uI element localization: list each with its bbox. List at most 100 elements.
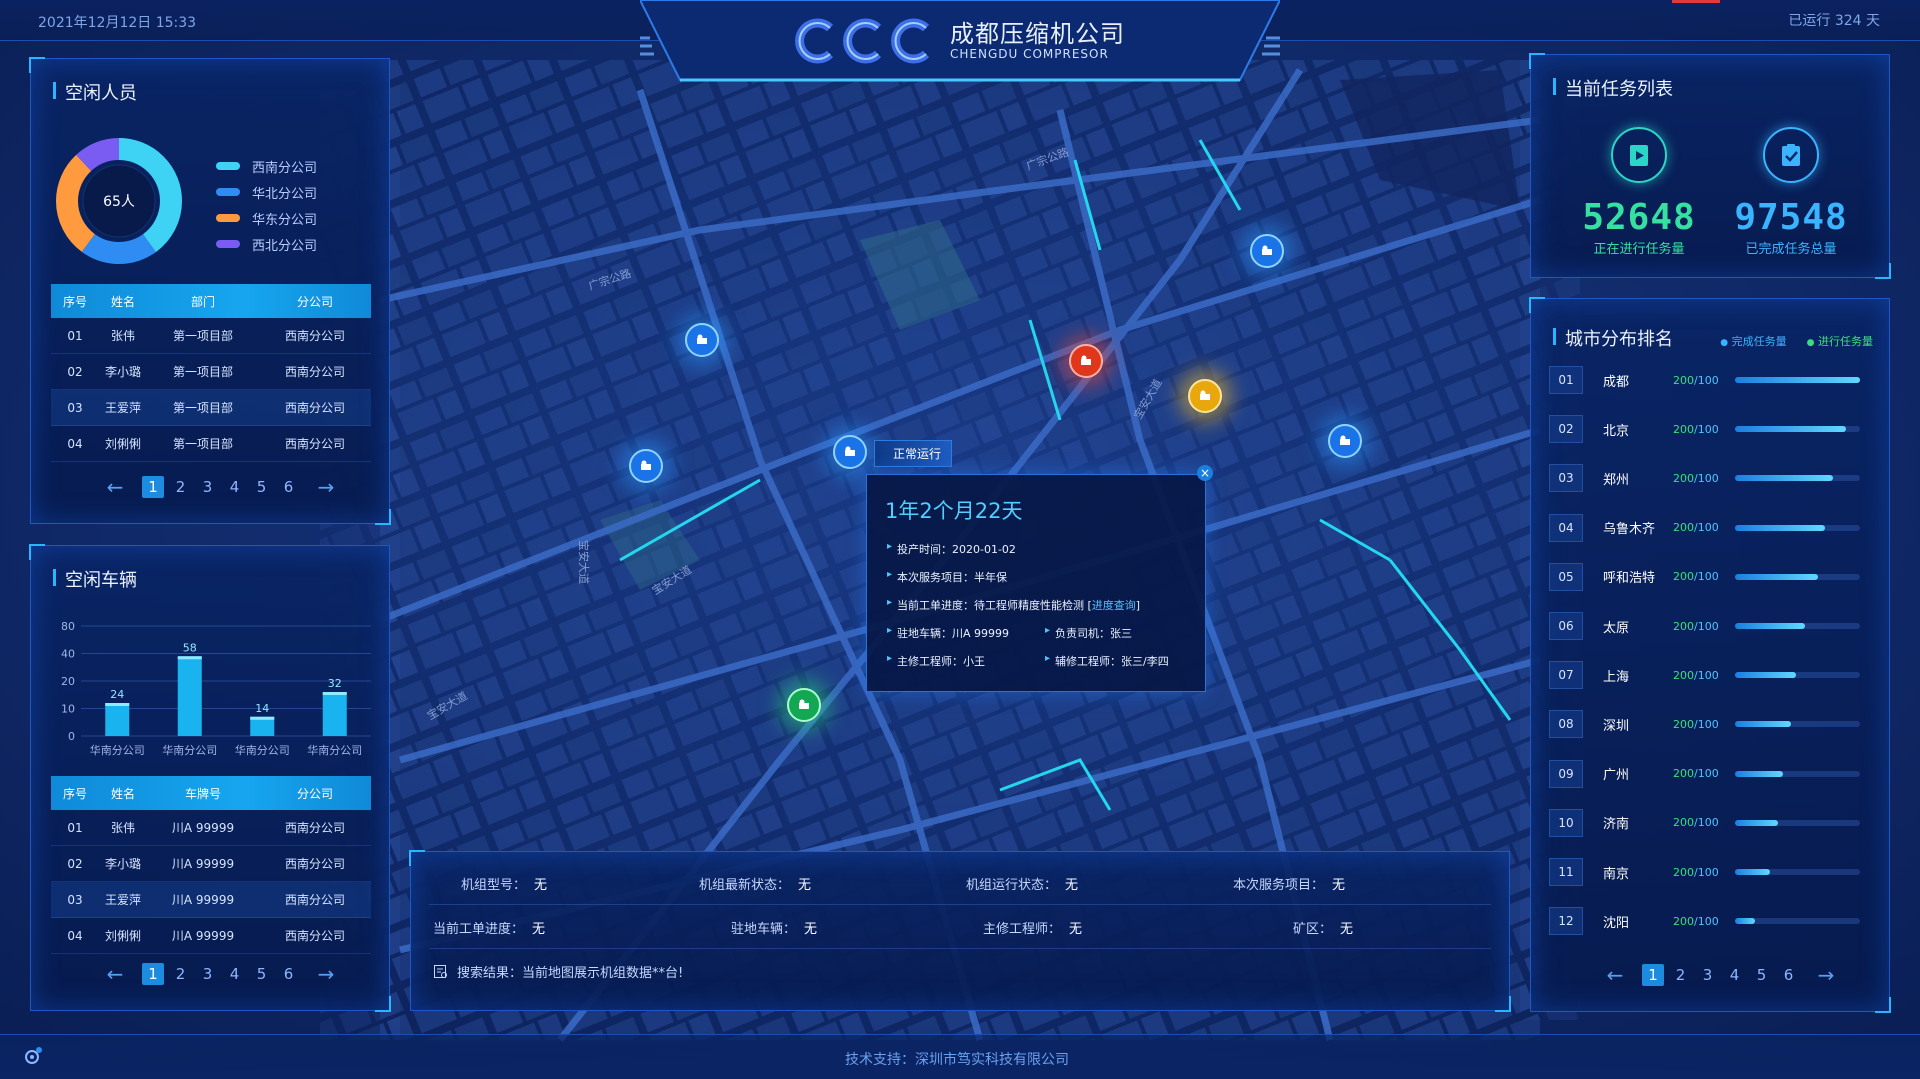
page-button[interactable]: 3 — [1694, 966, 1721, 984]
ranking-row[interactable]: 01 成都 200/100 — [1549, 365, 1860, 395]
rank-values: 200/100 — [1673, 471, 1719, 485]
page-button[interactable]: 1 — [142, 963, 164, 985]
ranking-row[interactable]: 09 广州 200/100 — [1549, 759, 1860, 789]
page-button[interactable]: 1 — [1642, 964, 1664, 986]
bar-value-label: 14 — [255, 702, 269, 715]
page-button[interactable]: 6 — [275, 478, 302, 496]
table-row[interactable]: 01 张伟 川A 99999 西南分公司 — [51, 810, 371, 846]
panel-title: 城市分布排名 — [1553, 325, 1673, 351]
map-road-label: 宝安大道 — [577, 540, 591, 584]
ccc-logo-icon — [795, 18, 930, 64]
commission-date: 投产时间：2020-01-02 — [887, 541, 1016, 557]
ranking-row[interactable]: 02 北京 200/100 — [1549, 414, 1860, 444]
rank-number: 04 — [1549, 513, 1583, 542]
close-icon[interactable]: × — [1197, 465, 1213, 481]
page-button[interactable]: 3 — [194, 478, 221, 496]
map-marker-warning[interactable] — [1185, 376, 1225, 416]
in-progress-label: 正在进行任务量 — [1593, 242, 1685, 257]
unit-run-status: 机组运行状态：无 — [966, 878, 1079, 893]
page-button[interactable]: 1 — [142, 476, 164, 498]
rank-progress-bar — [1735, 819, 1860, 826]
rank-city: 广州 — [1603, 768, 1630, 784]
idle-vehicles-panel: 空闲车辆 80 40 20 10 0 24 华南分公司 58 华南分公司 14 华南分公司 32 华南分… — [29, 544, 391, 1012]
table-row[interactable]: 02 李小璐 第一项目部 西南分公司 — [51, 354, 371, 390]
page-button[interactable]: 4 — [1721, 966, 1748, 984]
ranking-row[interactable]: 03 郑州 200/100 — [1549, 463, 1860, 493]
map-marker[interactable] — [626, 446, 666, 486]
page-button[interactable]: 5 — [248, 965, 275, 983]
table-row[interactable]: 01 张伟 第一项目部 西南分公司 — [51, 318, 371, 354]
ranking-row[interactable]: 05 呼和浩特 200/100 — [1549, 562, 1860, 592]
map-marker-alarm[interactable] — [1066, 341, 1106, 381]
prev-page-icon[interactable]: ← — [91, 962, 139, 986]
ranking-row[interactable]: 04 乌鲁木齐 200/100 — [1549, 513, 1860, 543]
page-button[interactable]: 6 — [1775, 966, 1802, 984]
rank-number: 05 — [1549, 562, 1583, 591]
search-result: 搜索结果：当前地图展示机组数据**台! — [433, 962, 683, 981]
order-progress: 当前工单进度：无 — [433, 922, 546, 937]
page-button[interactable]: 2 — [1667, 966, 1694, 984]
page-button[interactable]: 5 — [248, 478, 275, 496]
prev-page-icon[interactable]: ← — [1591, 963, 1639, 987]
next-page-icon[interactable]: → — [302, 475, 350, 499]
status-tag: 正常运行 — [874, 440, 953, 467]
page-button[interactable]: 2 — [167, 478, 194, 496]
progress-query-link[interactable]: 进度查询 — [1092, 599, 1136, 612]
table-row[interactable]: 03 王爱萍 川A 99999 西南分公司 — [51, 882, 371, 918]
page-button[interactable]: 4 — [221, 478, 248, 496]
x-tick-label: 华南分公司 — [162, 743, 217, 757]
panel-title: 空闲人员 — [53, 79, 137, 105]
table-row[interactable]: 04 刘俐俐 第一项目部 西南分公司 — [51, 426, 371, 462]
rank-values: 200/100 — [1673, 914, 1719, 928]
ranking-row[interactable]: 06 太原 200/100 — [1549, 611, 1860, 641]
legend-item: 西北分公司 — [216, 231, 317, 257]
page-button[interactable]: 6 — [275, 965, 302, 983]
page-button[interactable]: 3 — [194, 965, 221, 983]
company-name-en: CHENGDU COMPRESOR — [950, 47, 1109, 61]
completed-label: 已完成任务总量 — [1745, 242, 1837, 257]
unit-info-panel: 机组型号：无 机组最新状态：无 机组运行状态：无 本次服务项目：无 当前工单进度… — [409, 850, 1511, 1012]
ranking-row[interactable]: 07 上海 200/100 — [1549, 660, 1860, 690]
table-row[interactable]: 02 李小璐 川A 99999 西南分公司 — [51, 846, 371, 882]
legend-item: 华北分公司 — [216, 179, 317, 205]
prev-page-icon[interactable]: ← — [91, 475, 139, 499]
ranking-row[interactable]: 10 济南 200/100 — [1549, 808, 1860, 838]
next-page-icon[interactable]: → — [302, 962, 350, 986]
ranking-row[interactable]: 11 南京 200/100 — [1549, 857, 1860, 887]
city-ranking-panel: 城市分布排名 ● 完成任务量 ● 进行任务量 01 成都 200/100 02 北京 20… — [1529, 297, 1891, 1013]
rank-number: 12 — [1549, 907, 1583, 936]
rank-city: 乌鲁木齐 — [1603, 522, 1656, 538]
next-page-icon[interactable]: → — [1802, 963, 1850, 987]
settings-icon[interactable] — [22, 1045, 44, 1067]
map-marker-normal[interactable] — [784, 685, 824, 725]
rank-values: 200/100 — [1673, 767, 1719, 781]
table-row[interactable]: 03 王爱萍 第一项目部 西南分公司 — [51, 390, 371, 426]
bar-cap — [322, 692, 347, 695]
page-button[interactable]: 2 — [167, 965, 194, 983]
map-marker-selected[interactable] — [830, 432, 870, 472]
rank-number: 07 — [1549, 661, 1583, 690]
driver: 负责司机：张三 — [1045, 625, 1132, 641]
rank-values: 200/100 — [1673, 521, 1719, 535]
page-button[interactable]: 4 — [221, 965, 248, 983]
rank-progress-bar — [1735, 377, 1860, 383]
rank-city: 上海 — [1603, 669, 1630, 685]
map-marker[interactable] — [1325, 421, 1365, 461]
datetime: 2021年12月12日 15:33 — [38, 15, 197, 31]
x-tick-label: 华南分公司 — [235, 743, 290, 757]
page-button[interactable]: 5 — [1748, 966, 1775, 984]
unit-latest-status: 机组最新状态：无 — [699, 878, 812, 893]
map-marker[interactable] — [1247, 231, 1287, 271]
table-row[interactable]: 04 刘俐俐 川A 99999 西南分公司 — [51, 918, 371, 954]
y-tick-label: 10 — [61, 703, 75, 716]
map-marker[interactable] — [682, 320, 722, 360]
completed-count: 97548 — [1734, 197, 1848, 238]
resident-vehicle: 驻地车辆：川A 99999 — [887, 625, 1009, 641]
bar-value-label: 24 — [110, 688, 124, 701]
vehicle-bar-chart: 80 40 20 10 0 24 华南分公司 58 华南分公司 14 华南分公司 32 华南分公司 — [61, 620, 371, 757]
ranking-row[interactable]: 08 深圳 200/100 — [1549, 709, 1860, 739]
bar — [105, 703, 130, 736]
ranking-row[interactable]: 12 沈阳 200/100 — [1549, 906, 1860, 936]
rank-number: 08 — [1549, 710, 1583, 739]
unit-model: 机组型号：无 — [461, 878, 548, 893]
